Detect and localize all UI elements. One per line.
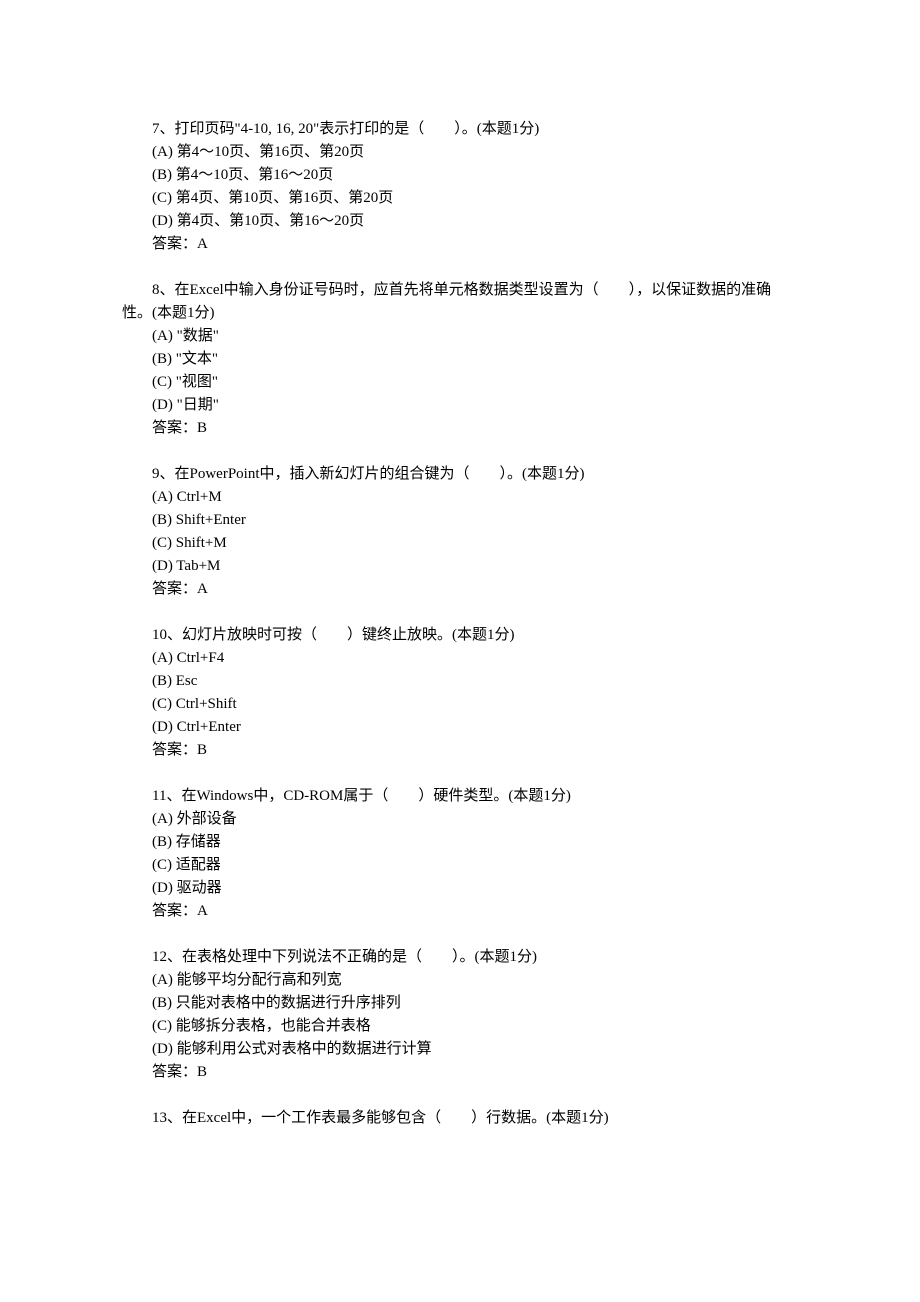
option-c: (C) 第4页、第10页、第16页、第20页	[122, 187, 798, 210]
question-stem: 13、在Excel中，一个工作表最多能够包含（ ）行数据。(本题1分)	[122, 1107, 798, 1130]
option-b: (B) 第4～10页、第16～20页	[122, 164, 798, 187]
option-b: (B) 存储器	[122, 831, 798, 854]
option-c: (C) Ctrl+Shift	[122, 693, 798, 716]
option-a: (A) 外部设备	[122, 808, 798, 831]
answer: 答案：B	[122, 1061, 798, 1084]
option-b: (B) Shift+Enter	[122, 509, 798, 532]
answer: 答案：A	[122, 900, 798, 923]
question-stem: 11、在Windows中，CD-ROM属于（ ）硬件类型。(本题1分)	[122, 785, 798, 808]
option-b: (B) Esc	[122, 670, 798, 693]
question-stem: 9、在PowerPoint中，插入新幻灯片的组合键为（ ）。(本题1分)	[122, 463, 798, 486]
option-c: (C) 能够拆分表格，也能合并表格	[122, 1015, 798, 1038]
option-c: (C) 适配器	[122, 854, 798, 877]
question-8: 8、在Excel中输入身份证号码时，应首先将单元格数据类型设置为（ ），以保证数…	[122, 279, 798, 440]
option-a: (A) Ctrl+M	[122, 486, 798, 509]
option-a: (A) "数据"	[122, 325, 798, 348]
question-13: 13、在Excel中，一个工作表最多能够包含（ ）行数据。(本题1分)	[122, 1107, 798, 1130]
question-12: 12、在表格处理中下列说法不正确的是（ ）。(本题1分) (A) 能够平均分配行…	[122, 946, 798, 1084]
question-stem: 8、在Excel中输入身份证号码时，应首先将单元格数据类型设置为（ ），以保证数…	[122, 279, 798, 325]
question-7: 7、打印页码"4-10, 16, 20"表示打印的是（ ）。(本题1分) (A)…	[122, 118, 798, 256]
question-stem: 7、打印页码"4-10, 16, 20"表示打印的是（ ）。(本题1分)	[122, 118, 798, 141]
option-a: (A) Ctrl+F4	[122, 647, 798, 670]
option-d: (D) 第4页、第10页、第16～20页	[122, 210, 798, 233]
option-d: (D) "日期"	[122, 394, 798, 417]
option-d: (D) Tab+M	[122, 555, 798, 578]
answer: 答案：A	[122, 233, 798, 256]
question-9: 9、在PowerPoint中，插入新幻灯片的组合键为（ ）。(本题1分) (A)…	[122, 463, 798, 601]
option-a: (A) 能够平均分配行高和列宽	[122, 969, 798, 992]
option-d: (D) 能够利用公式对表格中的数据进行计算	[122, 1038, 798, 1061]
option-d: (D) Ctrl+Enter	[122, 716, 798, 739]
option-c: (C) "视图"	[122, 371, 798, 394]
document-page: 7、打印页码"4-10, 16, 20"表示打印的是（ ）。(本题1分) (A)…	[0, 0, 920, 1302]
question-11: 11、在Windows中，CD-ROM属于（ ）硬件类型。(本题1分) (A) …	[122, 785, 798, 923]
option-c: (C) Shift+M	[122, 532, 798, 555]
option-d: (D) 驱动器	[122, 877, 798, 900]
answer: 答案：B	[122, 417, 798, 440]
option-a: (A) 第4～10页、第16页、第20页	[122, 141, 798, 164]
answer: 答案：A	[122, 578, 798, 601]
answer: 答案：B	[122, 739, 798, 762]
question-stem: 10、幻灯片放映时可按（ ）键终止放映。(本题1分)	[122, 624, 798, 647]
option-b: (B) "文本"	[122, 348, 798, 371]
question-stem: 12、在表格处理中下列说法不正确的是（ ）。(本题1分)	[122, 946, 798, 969]
question-10: 10、幻灯片放映时可按（ ）键终止放映。(本题1分) (A) Ctrl+F4 (…	[122, 624, 798, 762]
option-b: (B) 只能对表格中的数据进行升序排列	[122, 992, 798, 1015]
